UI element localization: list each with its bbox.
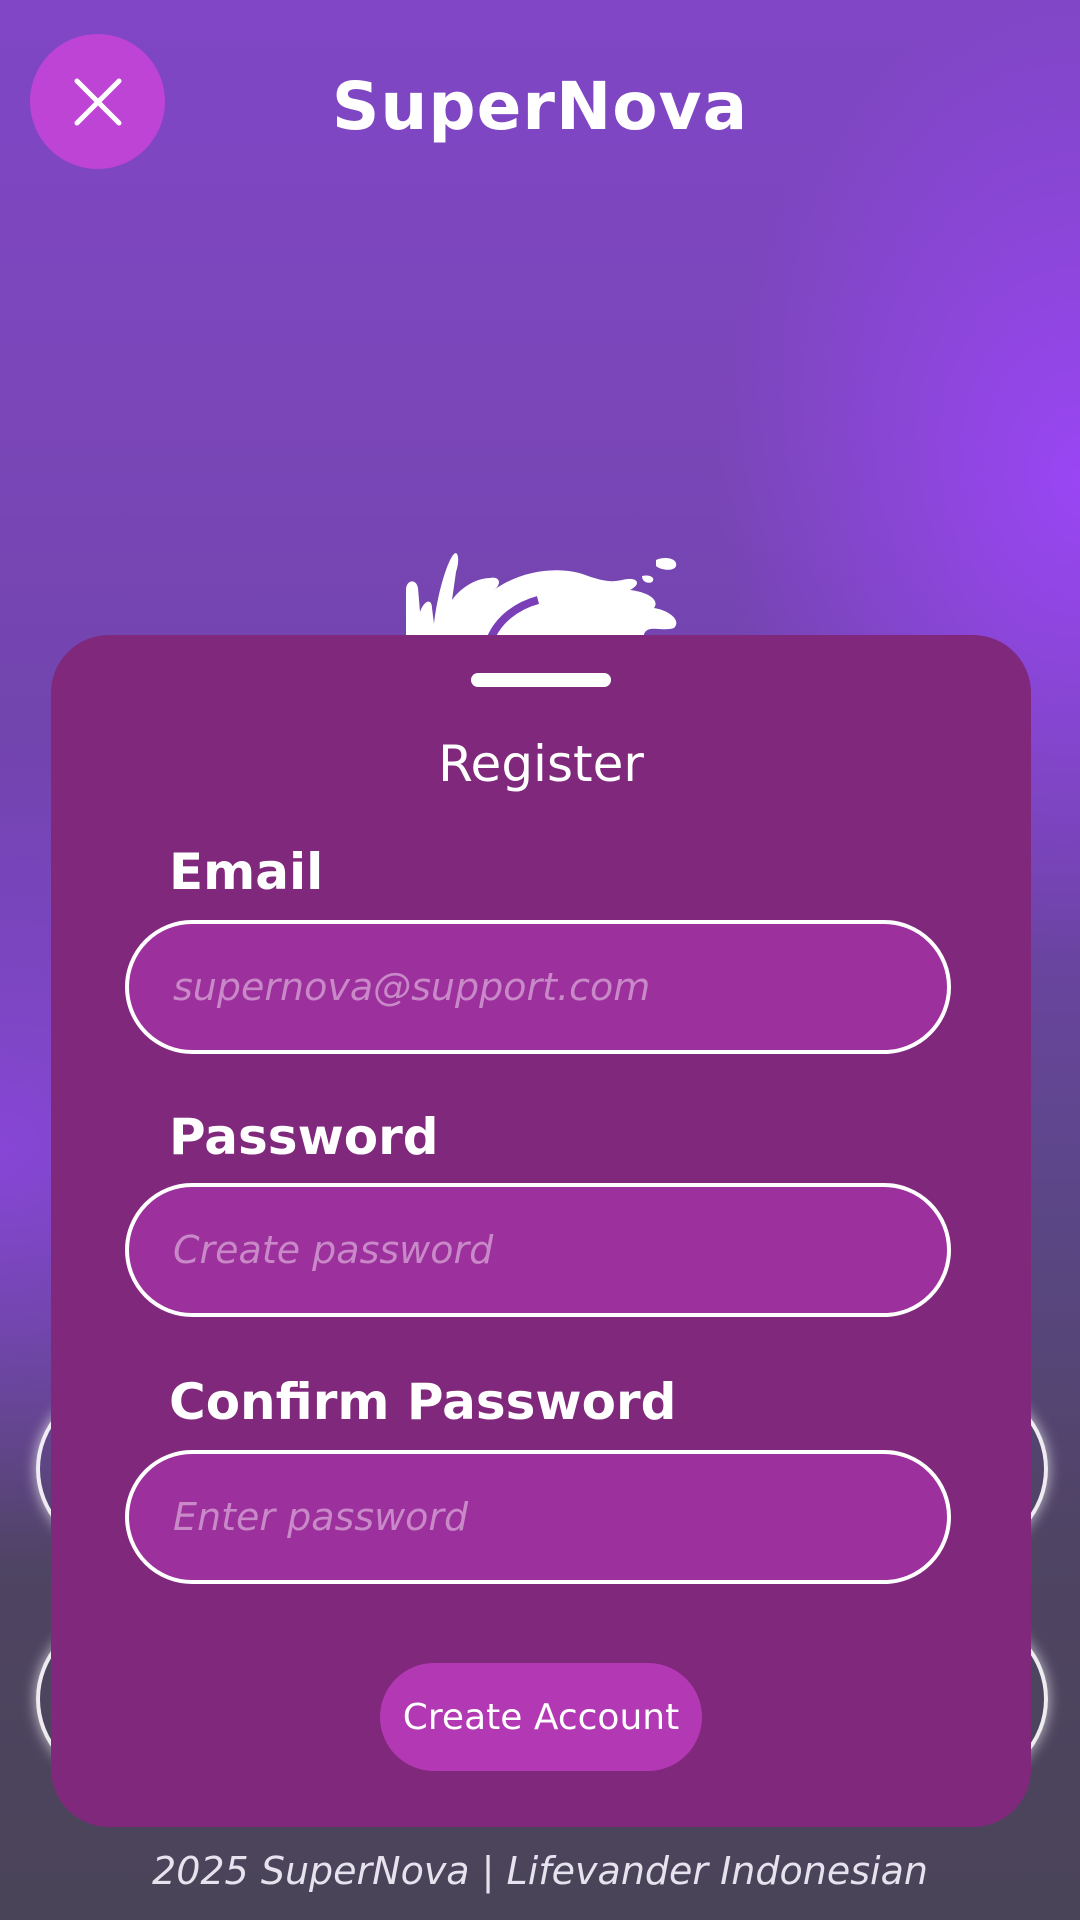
email-label: Email bbox=[169, 843, 324, 901]
password-field[interactable] bbox=[125, 1183, 951, 1317]
register-sheet: Register Email Password Confirm Password… bbox=[51, 635, 1031, 1827]
email-field[interactable] bbox=[125, 920, 951, 1054]
confirm-password-label: Confirm Password bbox=[169, 1373, 677, 1431]
password-label: Password bbox=[169, 1108, 439, 1166]
footer-text: 2025 SuperNova | Lifevander Indonesian bbox=[152, 1849, 928, 1893]
app-title: SuperNova bbox=[331, 68, 749, 145]
drag-handle[interactable] bbox=[471, 673, 611, 687]
create-account-button[interactable]: Create Account bbox=[380, 1663, 702, 1771]
register-title: Register bbox=[438, 735, 644, 793]
confirm-password-field[interactable] bbox=[125, 1450, 951, 1584]
logo-icon bbox=[398, 520, 708, 640]
